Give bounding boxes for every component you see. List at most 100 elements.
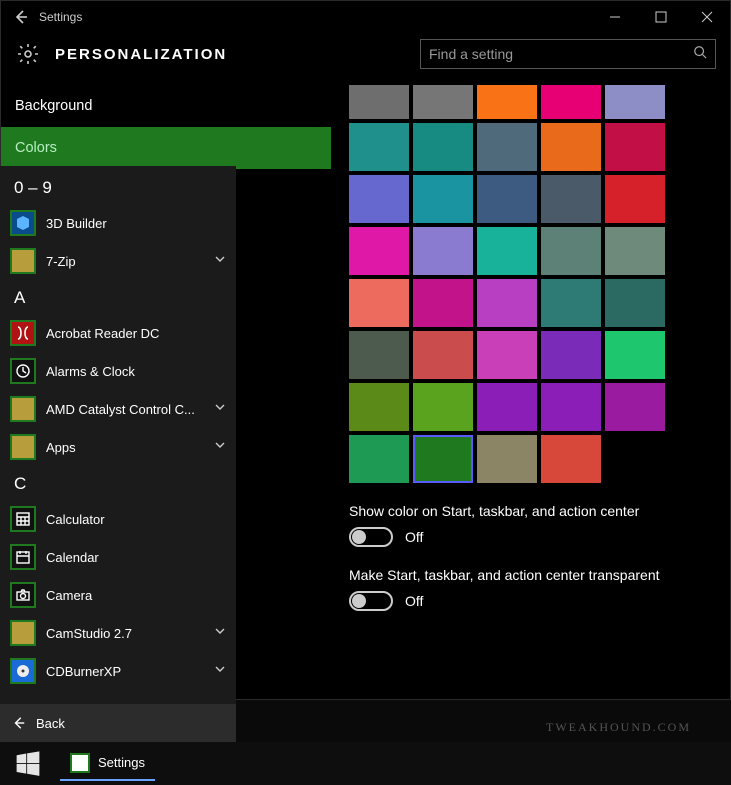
content-area: Show color on Start, taskbar, and action…	[331, 85, 730, 691]
color-swatch[interactable]	[605, 85, 665, 119]
folder-icon	[10, 620, 36, 646]
taskbar-item-label: Settings	[98, 755, 145, 770]
gear-icon	[15, 41, 41, 67]
app-item[interactable]: CamStudio 2.7	[0, 614, 236, 652]
color-swatch[interactable]	[349, 435, 409, 483]
color-swatch[interactable]	[541, 123, 601, 171]
color-swatch[interactable]	[349, 123, 409, 171]
acrobat-icon	[10, 320, 36, 346]
clock-icon	[10, 358, 36, 384]
search-input[interactable]	[429, 46, 693, 62]
color-swatch[interactable]	[349, 383, 409, 431]
color-swatch[interactable]	[413, 435, 473, 483]
close-button[interactable]	[684, 2, 730, 32]
app-item-label: Alarms & Clock	[46, 364, 226, 379]
toggle-label-show-color: Show color on Start, taskbar, and action…	[349, 503, 712, 519]
color-swatch[interactable]	[349, 279, 409, 327]
app-item[interactable]: Calculator	[0, 500, 236, 538]
start-back-label: Back	[36, 716, 65, 731]
cube-icon	[10, 210, 36, 236]
app-item[interactable]: AMD Catalyst Control C...	[0, 390, 236, 428]
app-item-label: AMD Catalyst Control C...	[46, 402, 204, 417]
calendar-icon	[10, 544, 36, 570]
folder-icon	[10, 396, 36, 422]
color-swatch[interactable]	[477, 279, 537, 327]
search-box[interactable]	[420, 39, 716, 69]
apps-group-header[interactable]: 0 – 9	[0, 170, 236, 204]
color-swatch[interactable]	[413, 85, 473, 119]
minimize-button[interactable]	[592, 2, 638, 32]
app-item[interactable]: Camera	[0, 576, 236, 614]
app-item[interactable]: Alarms & Clock	[0, 352, 236, 390]
chevron-down-icon	[214, 662, 226, 680]
nav-background[interactable]: Background	[1, 85, 331, 127]
color-swatch[interactable]	[349, 85, 409, 119]
color-swatch[interactable]	[477, 331, 537, 379]
color-swatch[interactable]	[541, 227, 601, 275]
app-item-label: Acrobat Reader DC	[46, 326, 226, 341]
color-swatch[interactable]	[477, 227, 537, 275]
color-swatch[interactable]	[413, 279, 473, 327]
color-swatch[interactable]	[605, 331, 665, 379]
app-item-label: Camera	[46, 588, 226, 603]
color-swatch[interactable]	[605, 123, 665, 171]
apps-group-header[interactable]: C	[0, 466, 236, 500]
app-item-label: Calculator	[46, 512, 226, 527]
titlebar: Settings	[1, 1, 730, 33]
settings-taskbar-icon	[70, 753, 90, 773]
color-swatch[interactable]	[541, 383, 601, 431]
chevron-down-icon	[214, 624, 226, 642]
color-swatch[interactable]	[413, 227, 473, 275]
page-title: PERSONALIZATION	[55, 46, 420, 63]
maximize-button[interactable]	[638, 2, 684, 32]
app-item[interactable]: Acrobat Reader DC	[0, 314, 236, 352]
camera-icon	[10, 582, 36, 608]
color-swatch[interactable]	[477, 175, 537, 223]
app-item[interactable]: 3D Builder	[0, 204, 236, 242]
color-swatch[interactable]	[413, 383, 473, 431]
color-swatch[interactable]	[605, 175, 665, 223]
app-item-label: CDBurnerXP	[46, 664, 204, 679]
taskbar-item-settings[interactable]: Settings	[60, 747, 155, 781]
color-swatch[interactable]	[541, 435, 601, 483]
color-swatch[interactable]	[541, 85, 601, 119]
color-swatch[interactable]	[477, 383, 537, 431]
app-item[interactable]: CDBurnerXP	[0, 652, 236, 690]
nav-colors[interactable]: Colors	[1, 127, 331, 169]
watermark: TWEAKHOUND.COM	[546, 720, 691, 735]
app-item[interactable]: Calendar	[0, 538, 236, 576]
color-swatch[interactable]	[541, 175, 601, 223]
color-swatch[interactable]	[477, 123, 537, 171]
app-item[interactable]: Apps	[0, 428, 236, 466]
color-swatch[interactable]	[349, 331, 409, 379]
color-swatch[interactable]	[349, 227, 409, 275]
color-swatch[interactable]	[349, 175, 409, 223]
color-swatch[interactable]	[541, 279, 601, 327]
start-back-button[interactable]: Back	[0, 704, 236, 742]
toggle-transparent[interactable]	[349, 591, 393, 611]
color-swatch[interactable]	[605, 227, 665, 275]
cd-icon	[10, 658, 36, 684]
app-item[interactable]: 7-Zip	[0, 242, 236, 280]
color-swatch[interactable]	[413, 175, 473, 223]
search-icon	[693, 45, 707, 64]
start-button[interactable]	[6, 745, 50, 783]
color-swatch[interactable]	[413, 123, 473, 171]
color-swatch[interactable]	[413, 331, 473, 379]
color-swatch[interactable]	[605, 279, 665, 327]
back-button[interactable]	[7, 3, 35, 31]
color-swatch[interactable]	[541, 331, 601, 379]
toggle-transparent-state: Off	[405, 593, 423, 609]
color-swatch[interactable]	[477, 435, 537, 483]
chevron-down-icon	[214, 438, 226, 456]
chevron-down-icon	[214, 400, 226, 418]
start-all-apps: 0 – 9 3D Builder 7-Zip A Acrobat Reader DC Al…	[0, 166, 236, 742]
apps-group-header[interactable]: A	[0, 280, 236, 314]
app-item-label: 3D Builder	[46, 216, 226, 231]
apps-list[interactable]: 0 – 9 3D Builder 7-Zip A Acrobat Reader DC Al…	[0, 166, 236, 704]
app-item-label: Apps	[46, 440, 204, 455]
color-swatch[interactable]	[477, 85, 537, 119]
color-swatch[interactable]	[605, 383, 665, 431]
toggle-show-color[interactable]	[349, 527, 393, 547]
app-item-label: 7-Zip	[46, 254, 204, 269]
